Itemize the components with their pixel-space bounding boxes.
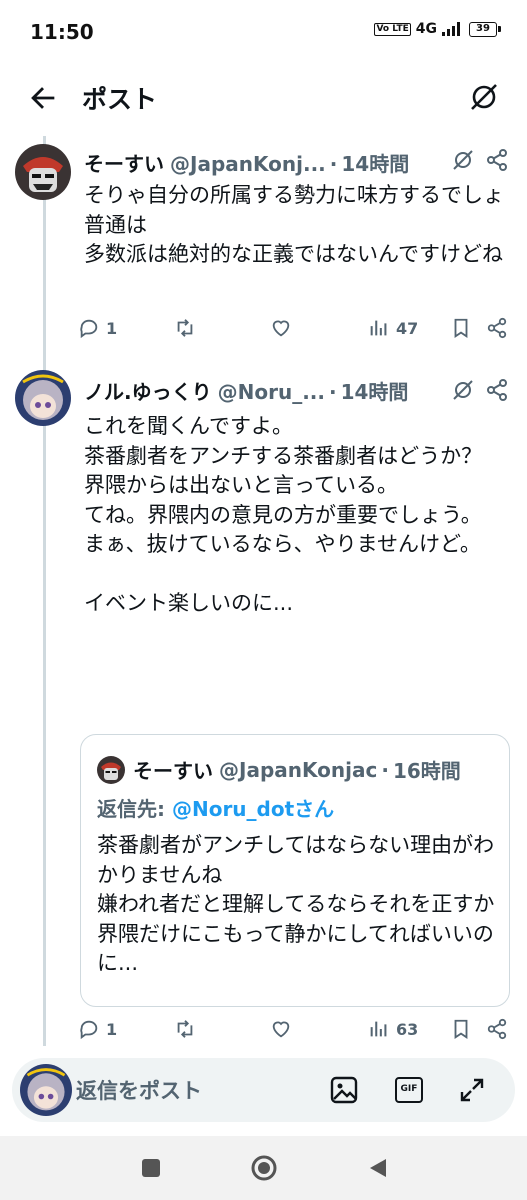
bookmark-icon xyxy=(454,318,468,338)
bookmark-icon xyxy=(454,1019,468,1039)
reply-input[interactable]: 返信をポスト xyxy=(76,1075,202,1105)
share-icon[interactable] xyxy=(485,148,509,172)
grok-icon xyxy=(471,84,497,110)
quote-header: そーすい @JapanKonjac · 16時間 xyxy=(97,755,461,784)
square-icon xyxy=(142,1159,160,1177)
avatar[interactable] xyxy=(15,370,71,426)
network-type: 4G xyxy=(415,21,437,37)
views-icon xyxy=(370,320,387,336)
quote-text: 茶番劇者がアンチしてはならない理由がわかりませんね 嫌われ者だと理解してるならそ… xyxy=(97,833,495,975)
views-button[interactable]: 47 xyxy=(368,317,418,339)
gif-icon[interactable]: GIF xyxy=(393,1074,425,1106)
reply-button[interactable]: 1 xyxy=(78,317,117,339)
post-text: これを聞くんですよ。 茶番劇者をアンチする茶番劇者はどうか？ 界隈からは出ないと… xyxy=(84,414,483,615)
top-app-bar: ポスト xyxy=(0,62,527,136)
author-name[interactable]: そーすい xyxy=(84,148,164,177)
author-handle: @JapanKonjac xyxy=(219,757,378,782)
back-nav-button[interactable] xyxy=(366,1156,390,1180)
battery-icon: 39 xyxy=(469,21,501,37)
avatar xyxy=(20,1064,72,1116)
gif-label: GIF xyxy=(395,1077,423,1103)
arrow-left-icon xyxy=(31,87,55,109)
post-actions: 1 47 xyxy=(78,317,518,347)
reply-count: 1 xyxy=(106,318,118,338)
page-title: ポスト xyxy=(82,85,158,114)
reply-context: 返信先: @Noru_dotさん xyxy=(97,793,334,822)
post-time: 16時間 xyxy=(392,759,461,783)
separator-dot: · xyxy=(381,757,389,782)
post-actions: 1 63 xyxy=(78,1018,518,1048)
repost-icon xyxy=(177,319,193,337)
reply-count: 1 xyxy=(106,1019,118,1039)
repost-button[interactable] xyxy=(174,317,202,339)
views-button[interactable]: 63 xyxy=(368,1018,418,1040)
expand-icon[interactable] xyxy=(456,1074,488,1106)
post-time[interactable]: 14時間 xyxy=(341,376,409,405)
repost-icon xyxy=(177,1020,193,1038)
author-handle[interactable]: @JapanKonj... xyxy=(170,152,326,176)
share-icon xyxy=(487,317,507,339)
share-button[interactable] xyxy=(486,1018,508,1040)
author-name[interactable]: ノル.ゆっくり xyxy=(84,376,212,405)
author-handle[interactable]: @Noru_... xyxy=(218,380,325,404)
views-count: 63 xyxy=(396,1019,419,1039)
grok-button[interactable] xyxy=(467,80,501,114)
circle-icon xyxy=(251,1155,277,1181)
grok-icon[interactable] xyxy=(451,378,475,402)
views-count: 47 xyxy=(396,318,419,338)
signal-icon xyxy=(442,22,460,36)
status-icons: Vo LTE 4G 39 xyxy=(374,21,501,37)
post-time[interactable]: 14時間 xyxy=(341,148,409,177)
like-button[interactable] xyxy=(270,1018,298,1040)
reply-mention[interactable]: @Noru_dotさん xyxy=(172,797,334,821)
separator-dot: · xyxy=(328,380,337,404)
reply-button[interactable]: 1 xyxy=(78,1018,117,1040)
separator-dot: · xyxy=(329,152,338,176)
status-time: 11:50 xyxy=(30,20,94,44)
share-icon xyxy=(487,1018,507,1040)
heart-icon xyxy=(272,1021,290,1038)
home-button[interactable] xyxy=(250,1154,278,1182)
system-nav-bar xyxy=(0,1136,527,1200)
quoted-post[interactable]: そーすい @JapanKonjac · 16時間 返信先: @Noru_dotさ… xyxy=(80,734,510,1007)
back-button[interactable] xyxy=(26,81,60,115)
grok-icon[interactable] xyxy=(451,148,475,172)
avatar[interactable] xyxy=(15,144,71,200)
avatar xyxy=(97,755,125,784)
recents-button[interactable] xyxy=(139,1156,163,1180)
post-header: そーすい @JapanKonj... · 14時間 xyxy=(84,148,409,177)
post[interactable]: そーすい @JapanKonj... · 14時間 そりゃ自分の所属する勢力に味… xyxy=(0,136,527,358)
post-header: ノル.ゆっくり @Noru_... · 14時間 xyxy=(84,376,408,405)
author-name: そーすい xyxy=(133,759,213,783)
image-icon[interactable] xyxy=(328,1074,360,1106)
reply-prefix: 返信先: xyxy=(97,797,172,821)
bookmark-button[interactable] xyxy=(450,317,472,339)
triangle-back-icon xyxy=(370,1159,386,1177)
bookmark-button[interactable] xyxy=(450,1018,472,1040)
status-bar: 11:50 Vo LTE 4G 39 xyxy=(0,0,527,62)
reply-icon xyxy=(80,319,98,339)
reply-composer[interactable]: 返信をポスト GIF xyxy=(12,1058,515,1122)
post-text: そりゃ自分の所属する勢力に味方するでしょ普通は 多数派は絶対的な正義ではないんで… xyxy=(84,183,504,266)
reply-icon xyxy=(80,1020,98,1040)
share-button[interactable] xyxy=(486,317,508,339)
views-icon xyxy=(370,1021,387,1037)
repost-button[interactable] xyxy=(174,1018,202,1040)
heart-icon xyxy=(272,320,290,337)
share-icon[interactable] xyxy=(485,378,509,402)
like-button[interactable] xyxy=(270,317,298,339)
volte-badge: Vo LTE xyxy=(374,22,411,36)
